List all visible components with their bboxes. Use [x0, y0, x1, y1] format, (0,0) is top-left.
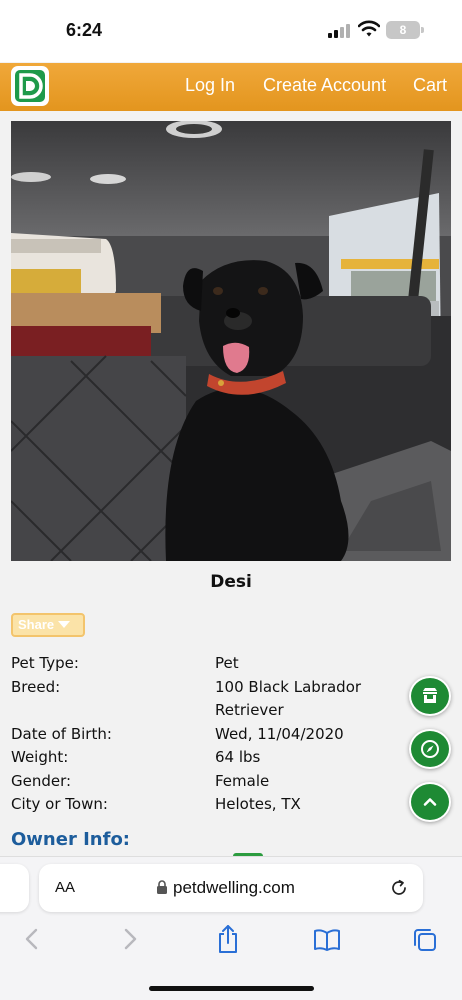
detail-value: Pet — [215, 654, 239, 672]
detail-value: 64 lbs — [215, 748, 261, 766]
caret-down-icon — [58, 621, 71, 628]
lock-icon — [157, 880, 167, 894]
detail-label: City or Town: — [11, 795, 108, 813]
forward-icon[interactable] — [120, 926, 140, 952]
store-icon — [423, 688, 437, 703]
compass-icon — [421, 740, 439, 758]
detail-label: Date of Birth: — [11, 724, 112, 743]
detail-row-weight: Weight: 64 lbs — [11, 746, 411, 770]
owner-info-heading: Owner Info: — [11, 829, 131, 850]
detail-value: Female — [215, 771, 270, 790]
detail-value: Wed, 11/04/2020 — [215, 724, 344, 743]
back-icon[interactable] — [22, 926, 42, 952]
nav-create-account[interactable]: Create Account — [263, 75, 386, 96]
detail-label: Weight: — [11, 748, 69, 766]
detail-row-date-of-birth: Date of Birth: Wed, 11/04/2020 — [11, 723, 411, 747]
detail-row-city: City or Town: Helotes, TX — [11, 793, 411, 817]
pet-photo — [11, 121, 451, 561]
reload-icon[interactable] — [389, 878, 409, 898]
detail-row-gender: Gender: Female — [11, 770, 411, 794]
petdwelling-logo[interactable] — [11, 66, 49, 106]
previous-tab-preview[interactable] — [0, 864, 29, 912]
tabs-icon[interactable] — [412, 927, 438, 953]
pet-details: Pet Type: Pet Breed: 100 Black Labrador … — [11, 652, 411, 817]
scroll-to-top-button[interactable] — [409, 782, 451, 822]
site-header: Log In Create Account Cart — [0, 63, 462, 111]
status-time: 6:24 — [66, 20, 103, 40]
status-bar: 6:24 8 — [0, 0, 462, 62]
battery-tip — [421, 27, 424, 33]
bookmarks-icon[interactable] — [313, 928, 341, 952]
share-icon[interactable] — [216, 924, 240, 954]
address-bar[interactable]: AA petdwelling.com — [39, 864, 423, 912]
wifi-icon — [358, 20, 380, 37]
explore-button[interactable] — [409, 729, 451, 769]
detail-row-breed: Breed: 100 Black Labrador Retriever — [11, 676, 411, 723]
pet-name: Desi — [210, 572, 252, 592]
nav-cart[interactable]: Cart — [413, 75, 447, 96]
store-button[interactable] — [409, 676, 451, 716]
detail-label: Pet Type: — [11, 654, 79, 672]
chevron-up-icon — [423, 798, 437, 806]
cellular-signal-icon — [328, 24, 350, 38]
nav-log-in[interactable]: Log In — [185, 75, 235, 96]
share-button[interactable]: Share — [11, 613, 85, 637]
detail-value: Helotes, TX — [215, 795, 301, 813]
battery-level: 8 — [386, 21, 420, 39]
detail-label: Gender: — [11, 771, 72, 790]
url-text[interactable]: petdwelling.com — [173, 878, 295, 898]
home-indicator — [149, 986, 314, 991]
text-size-button[interactable]: AA — [55, 879, 75, 896]
detail-label: Breed: — [11, 677, 61, 696]
detail-row-pet-type: Pet Type: Pet — [11, 652, 411, 676]
detail-value: 100 Black Labrador Retriever — [215, 677, 362, 720]
share-button-label: Share — [18, 617, 55, 632]
